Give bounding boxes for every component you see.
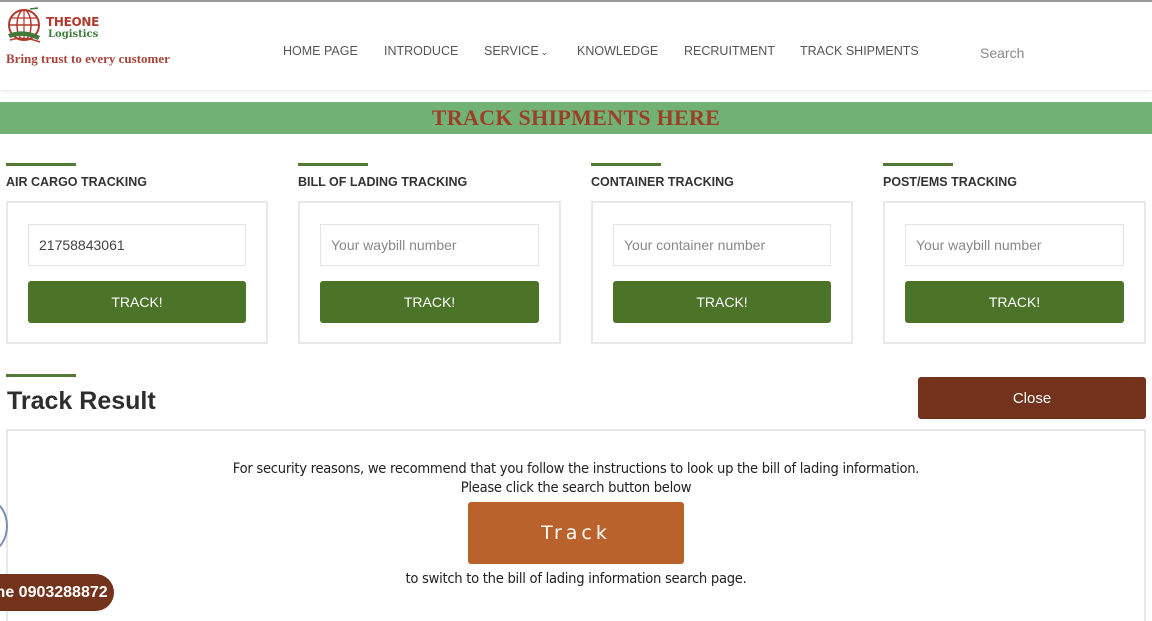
track-banner: TRACK SHIPMENTS HERE — [0, 102, 1152, 134]
nav-track-shipments[interactable]: TRACK SHIPMENTS — [800, 44, 919, 58]
air-cargo-track-button[interactable]: TRACK! — [28, 281, 246, 323]
nav-service-label: SERVICE — [484, 44, 539, 58]
accent-bar — [298, 163, 368, 166]
accent-bar — [883, 163, 953, 166]
air-cargo-title: AIR CARGO TRACKING — [6, 175, 147, 189]
post-ems-title: POST/EMS TRACKING — [883, 175, 1018, 189]
post-ems-header: POST/EMS TRACKING — [883, 163, 1017, 189]
bill-of-lading-input[interactable] — [320, 224, 539, 266]
accent-bar — [591, 163, 661, 166]
post-ems-track-button[interactable]: TRACK! — [905, 281, 1124, 323]
bill-of-lading-track-button[interactable]: TRACK! — [320, 281, 539, 323]
air-cargo-input[interactable] — [28, 224, 246, 266]
switch-message: to switch to the bill of lading informat… — [405, 571, 747, 587]
instruction-message: Please click the search button below — [460, 480, 692, 496]
post-ems-card: TRACK! — [883, 201, 1146, 344]
container-header: CONTAINER TRACKING — [591, 163, 734, 189]
accent-bar — [6, 163, 76, 166]
post-ems-input[interactable] — [905, 224, 1124, 266]
container-input[interactable] — [613, 224, 831, 266]
container-title: CONTAINER TRACKING — [591, 175, 734, 189]
search-input[interactable] — [980, 43, 1140, 63]
track-button[interactable]: Track — [468, 502, 684, 564]
nav-home[interactable]: HOME PAGE — [283, 44, 358, 58]
brand-name: THEONE — [46, 15, 100, 29]
air-cargo-header: AIR CARGO TRACKING — [6, 163, 147, 189]
site-header: THEONE Logistics Bring trust to every cu… — [0, 2, 1152, 90]
container-card: TRACK! — [591, 201, 853, 344]
nav-knowledge[interactable]: KNOWLEDGE — [577, 44, 658, 58]
container-track-button[interactable]: TRACK! — [613, 281, 831, 323]
nav-introduce[interactable]: INTRODUCE — [384, 44, 458, 58]
brand-sub: Logistics — [48, 29, 99, 40]
chevron-down-icon: ⌄ — [540, 47, 549, 57]
tagline: Bring trust to every customer — [6, 51, 170, 66]
hotline-button[interactable]: Hotline 0903288872 — [0, 574, 114, 611]
bill-of-lading-card: TRACK! — [298, 201, 561, 344]
track-result-box: For security reasons, we recommend that … — [6, 429, 1146, 621]
bill-of-lading-header: BILL OF LADING TRACKING — [298, 163, 467, 189]
nav-recruitment[interactable]: RECRUITMENT — [684, 44, 775, 58]
track-result-title: Track Result — [7, 387, 156, 415]
logo[interactable]: THEONE Logistics — [6, 6, 106, 48]
bill-of-lading-title: BILL OF LADING TRACKING — [298, 175, 468, 189]
air-cargo-card: TRACK! — [6, 201, 268, 344]
security-message: For security reasons, we recommend that … — [232, 461, 920, 477]
globe-logo-icon — [8, 7, 41, 43]
nav-service[interactable]: SERVICE ⌄ — [484, 44, 548, 58]
banner-title: TRACK SHIPMENTS HERE — [431, 105, 721, 130]
close-button[interactable]: Close — [918, 377, 1146, 419]
accent-bar — [6, 374, 76, 377]
